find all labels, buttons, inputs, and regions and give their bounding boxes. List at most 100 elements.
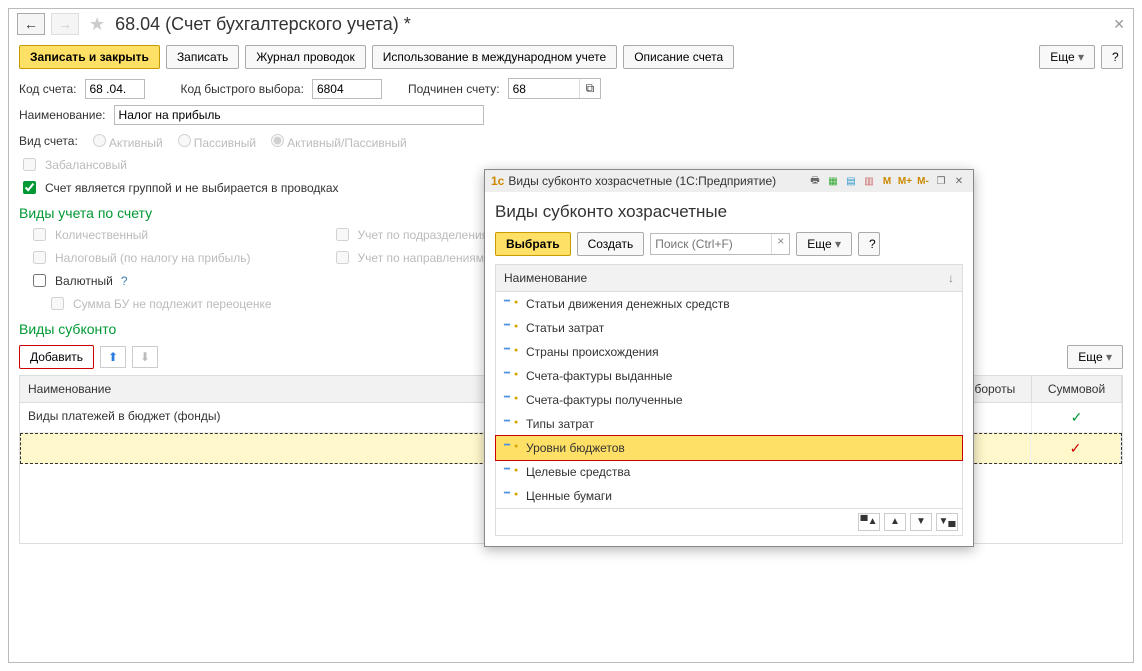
dialog-body: Виды субконто хозрасчетные Выбрать Созда…: [485, 192, 973, 546]
account-desc-button[interactable]: Описание счета: [623, 45, 734, 69]
parent-open-icon[interactable]: ⧉: [579, 79, 601, 98]
dialog-close-icon[interactable]: ✕: [951, 173, 967, 189]
item-icon: [504, 395, 518, 405]
grid-icon[interactable]: ▦: [825, 173, 841, 189]
back-button[interactable]: ←: [17, 13, 45, 35]
cell-sum: ✓: [1032, 403, 1122, 432]
help-button[interactable]: ?: [1101, 45, 1123, 69]
cell-sum: ✓: [1031, 434, 1121, 463]
activity-checkbox[interactable]: [336, 251, 349, 264]
main-window: ← → ★ 68.04 (Счет бухгалтерского учета) …: [8, 8, 1134, 663]
list-item[interactable]: Статьи движения денежных средств: [496, 292, 962, 316]
close-icon[interactable]: ✕: [1113, 16, 1125, 33]
search-input[interactable]: [651, 234, 771, 254]
list-header[interactable]: Наименование ↓: [496, 265, 962, 292]
list-item[interactable]: Ценные бумаги: [496, 484, 962, 508]
currency-checkbox[interactable]: [33, 274, 46, 287]
row-kind: Вид счета: Активный Пассивный Активный/П…: [9, 128, 1133, 153]
move-down-icon[interactable]: ⬇: [132, 346, 158, 368]
item-label: Страны происхождения: [526, 345, 659, 359]
kind-label: Вид счета:: [19, 134, 78, 148]
calendar-icon[interactable]: ▥: [861, 173, 877, 189]
m-plus-icon[interactable]: M+: [897, 173, 913, 189]
list-item[interactable]: Целевые средства: [496, 460, 962, 484]
list-up-icon[interactable]: ▲: [884, 513, 906, 531]
list-item[interactable]: Уровни бюджетов: [496, 436, 962, 460]
move-up-icon[interactable]: ⬆: [100, 346, 126, 368]
window-restore-icon[interactable]: ❐: [933, 173, 949, 189]
list-last-icon[interactable]: ▼▄: [936, 513, 958, 531]
item-icon: [504, 371, 518, 381]
item-label: Целевые средства: [526, 465, 630, 479]
dialog-titlebar: 1c Виды субконто хозрасчетные (1С:Предпр…: [485, 170, 973, 192]
forward-button[interactable]: →: [51, 13, 79, 35]
radio-passive[interactable]: Пассивный: [173, 131, 256, 150]
list-item[interactable]: Статьи затрат: [496, 316, 962, 340]
dept-label: Учет по подразделениям: [358, 228, 497, 242]
item-label: Типы затрат: [526, 417, 594, 431]
sort-icon[interactable]: ↓: [948, 271, 954, 285]
quick-input[interactable]: [312, 79, 382, 99]
add-button[interactable]: Добавить: [19, 345, 94, 369]
favorite-icon[interactable]: ★: [89, 14, 105, 35]
item-icon: [504, 299, 518, 309]
m-icon[interactable]: M: [879, 173, 895, 189]
more-button[interactable]: Еще: [1039, 45, 1095, 69]
col-sum[interactable]: Суммовой: [1032, 376, 1122, 402]
noreval-checkbox[interactable]: [51, 297, 64, 310]
list-first-icon[interactable]: ▀▲: [858, 513, 880, 531]
offbalance-checkbox[interactable]: [23, 158, 36, 171]
parent-input[interactable]: [509, 79, 579, 98]
titlebar: ← → ★ 68.04 (Счет бухгалтерского учета) …: [9, 9, 1133, 39]
main-toolbar: Записать и закрыть Записать Журнал прово…: [9, 39, 1133, 75]
row-code: Код счета: Код быстрого выбора: Подчинен…: [9, 75, 1133, 102]
search-clear-icon[interactable]: ×: [771, 234, 789, 254]
journal-button[interactable]: Журнал проводок: [245, 45, 366, 69]
code-input[interactable]: [85, 79, 145, 99]
currency-help-icon[interactable]: ?: [121, 274, 128, 288]
item-icon: [504, 443, 518, 453]
save-close-button[interactable]: Записать и закрыть: [19, 45, 160, 69]
list-item[interactable]: Типы затрат: [496, 412, 962, 436]
dialog-more-button[interactable]: Еще: [796, 232, 852, 256]
offbalance-label: Забалансовый: [45, 158, 127, 172]
parent-label: Подчинен счету:: [408, 82, 500, 96]
dialog-heading: Виды субконто хозрасчетные: [495, 202, 963, 222]
qty-label: Количественный: [55, 228, 148, 242]
dept-checkbox[interactable]: [336, 228, 349, 241]
tax-label: Налоговый (по налогу на прибыль): [55, 251, 251, 265]
save-button[interactable]: Записать: [166, 45, 239, 69]
item-label: Счета-фактуры полученные: [526, 393, 683, 407]
name-input[interactable]: [114, 105, 484, 125]
name-label: Наименование:: [19, 108, 106, 122]
create-button[interactable]: Создать: [577, 232, 645, 256]
intl-use-button[interactable]: Использование в международном учете: [372, 45, 617, 69]
qty-checkbox[interactable]: [33, 228, 46, 241]
search-box: ×: [650, 233, 790, 255]
tax-checkbox[interactable]: [33, 251, 46, 264]
quick-label: Код быстрого выбора:: [181, 82, 304, 96]
noreval-label: Сумма БУ не подлежит переоценке: [73, 297, 272, 311]
item-icon: [504, 419, 518, 429]
list-item[interactable]: Страны происхождения: [496, 340, 962, 364]
item-label: Статьи движения денежных средств: [526, 297, 730, 311]
subkonto-more-button[interactable]: Еще: [1067, 345, 1123, 369]
radio-ap[interactable]: Активный/Пассивный: [266, 131, 407, 150]
list-down-icon[interactable]: ▼: [910, 513, 932, 531]
calc-icon[interactable]: ▤: [843, 173, 859, 189]
radio-active[interactable]: Активный: [88, 131, 163, 150]
select-button[interactable]: Выбрать: [495, 232, 571, 256]
app-icon: 1c: [491, 174, 504, 188]
print-icon[interactable]: 🖶: [807, 173, 823, 189]
dialog-help-button[interactable]: ?: [858, 232, 880, 256]
list-col-name: Наименование: [504, 271, 587, 285]
isgroup-checkbox[interactable]: [23, 181, 36, 194]
item-label: Уровни бюджетов: [526, 441, 625, 455]
list-table: Наименование ↓ Статьи движения денежных …: [495, 264, 963, 536]
list-body: Статьи движения денежных средств Статьи з…: [496, 292, 962, 508]
list-item[interactable]: Счета-фактуры полученные: [496, 388, 962, 412]
list-item[interactable]: Счета-фактуры выданные: [496, 364, 962, 388]
item-label: Статьи затрат: [526, 321, 604, 335]
dialog-sys-title: Виды субконто хозрасчетные (1С:Предприят…: [508, 174, 776, 188]
m-minus-icon[interactable]: M-: [915, 173, 931, 189]
